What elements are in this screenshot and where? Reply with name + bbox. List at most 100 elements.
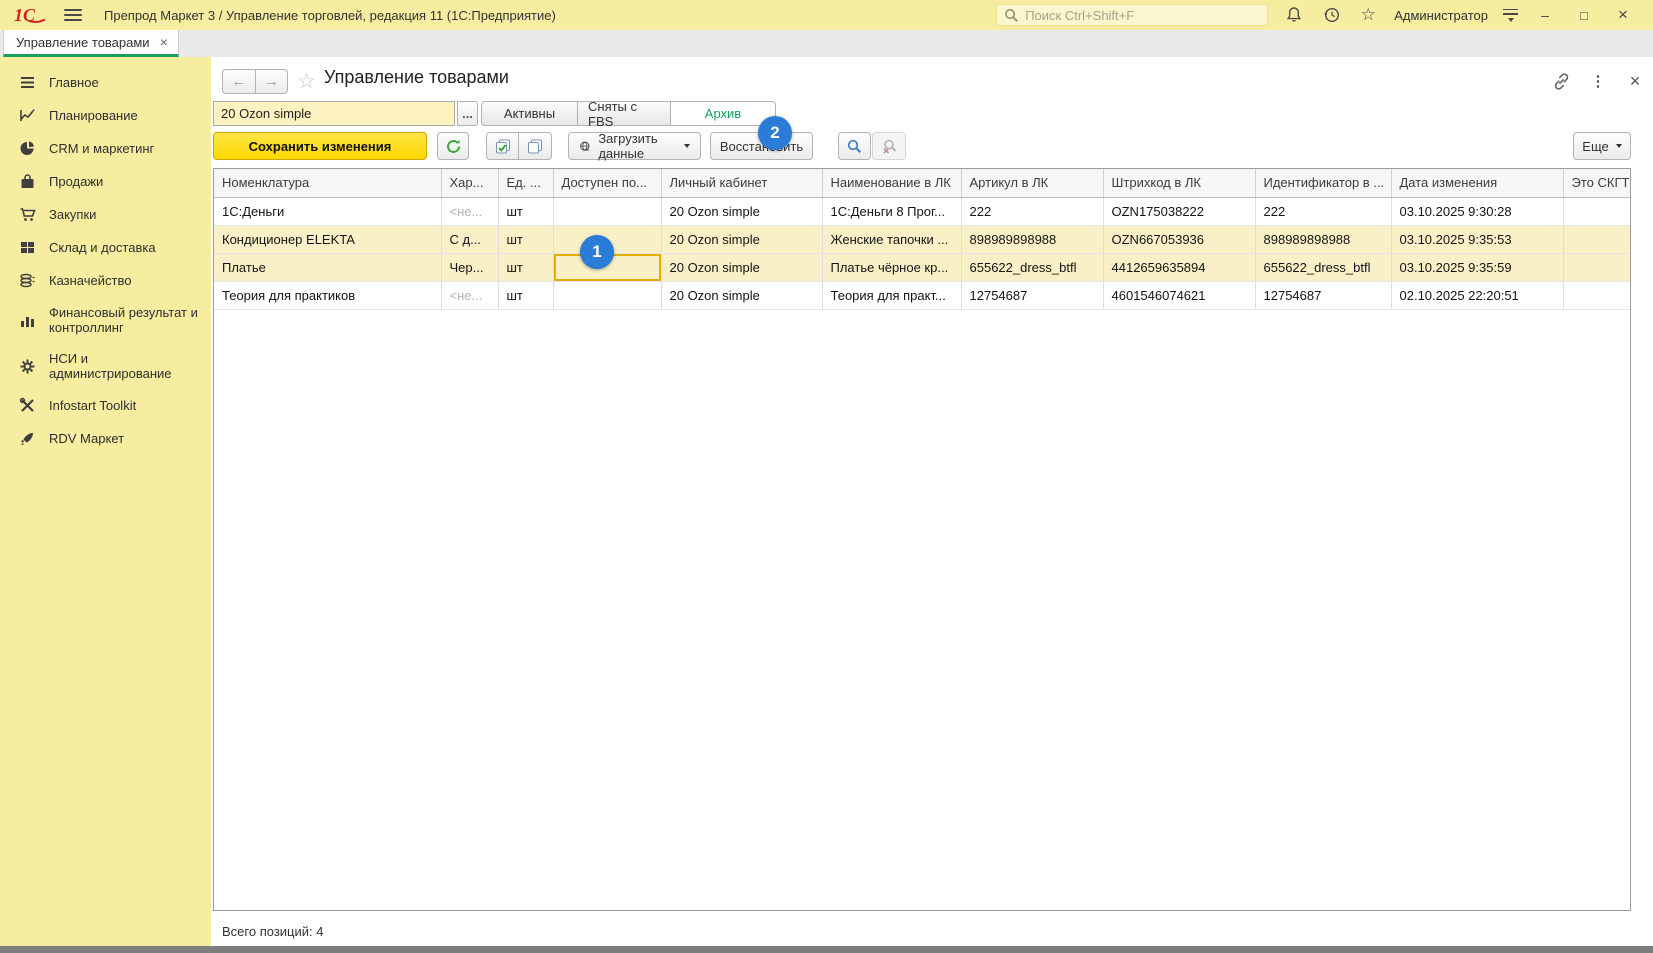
cell[interactable]: 655622_dress_btfl <box>961 253 1103 281</box>
column-header[interactable]: Идентификатор в ... <box>1255 169 1391 197</box>
save-changes-button[interactable]: Сохранить изменения <box>213 132 427 160</box>
cell[interactable] <box>1563 281 1631 309</box>
cell[interactable]: шт <box>498 253 553 281</box>
window-maximize-button[interactable]: □ <box>1572 8 1596 23</box>
cell[interactable]: 20 Ozon simple <box>661 197 822 225</box>
column-header[interactable]: Дата изменения <box>1391 169 1563 197</box>
cell[interactable]: шт <box>498 225 553 253</box>
cell[interactable] <box>553 281 661 309</box>
column-header[interactable]: Личный кабинет <box>661 169 822 197</box>
cell[interactable]: 222 <box>961 197 1103 225</box>
forward-button[interactable]: → <box>255 69 288 94</box>
cell[interactable] <box>1563 225 1631 253</box>
cabinet-filter-input[interactable] <box>213 101 455 126</box>
cell[interactable]: OZN667053936 <box>1103 225 1255 253</box>
cell[interactable]: 898989898988 <box>961 225 1103 253</box>
sidebar-item-purchasing[interactable]: Закупки <box>0 198 211 231</box>
cell[interactable] <box>1563 253 1631 281</box>
find-button[interactable] <box>838 132 871 160</box>
cell[interactable]: Кондиционер ELEKTA <box>214 225 441 253</box>
sidebar-item-treasury[interactable]: Казначейство <box>0 264 211 297</box>
filter-active-button[interactable]: Активны <box>481 101 578 126</box>
sidebar-item-finance[interactable]: Финансовый результат и контроллинг <box>0 297 211 343</box>
cell[interactable]: С д... <box>441 225 498 253</box>
cell[interactable] <box>553 197 661 225</box>
notifications-bell-icon[interactable] <box>1283 4 1305 26</box>
sidebar-item-sales[interactable]: Продажи <box>0 165 211 198</box>
column-header[interactable]: Артикул в ЛК <box>961 169 1103 197</box>
cabinet-choose-button[interactable]: ... <box>457 101 478 126</box>
cell[interactable] <box>1563 197 1631 225</box>
window-close-button[interactable]: × <box>1611 5 1635 25</box>
cell[interactable]: 1С:Деньги 8 Прог... <box>822 197 961 225</box>
cancel-search-button[interactable] <box>872 132 906 160</box>
cell[interactable]: Теория для практиков <box>214 281 441 309</box>
cell[interactable]: <не... <box>441 197 498 225</box>
table-row: Теория для практиков <не... шт 20 Ozon s… <box>214 281 1631 309</box>
cell[interactable]: 02.10.2025 22:20:51 <box>1391 281 1563 309</box>
cell[interactable]: Женские тапочки ... <box>822 225 961 253</box>
refresh-button[interactable] <box>437 132 469 160</box>
global-search[interactable] <box>996 4 1268 26</box>
cell[interactable]: Платье <box>214 253 441 281</box>
column-header[interactable]: Ед. ... <box>498 169 553 197</box>
rocket-icon <box>19 430 36 447</box>
cell[interactable]: шт <box>498 281 553 309</box>
uncheck-all-button[interactable] <box>519 132 552 160</box>
cell[interactable]: 20 Ozon simple <box>661 281 822 309</box>
table-row: 1С:Деньги <не... шт 20 Ozon simple 1С:Де… <box>214 197 1631 225</box>
cell[interactable]: шт <box>498 197 553 225</box>
cell[interactable]: 12754687 <box>1255 281 1391 309</box>
global-search-input[interactable] <box>1025 8 1260 23</box>
get-link-icon[interactable] <box>1551 71 1571 91</box>
cell[interactable]: 222 <box>1255 197 1391 225</box>
cell[interactable]: 898989898988 <box>1255 225 1391 253</box>
history-icon[interactable] <box>1320 4 1342 26</box>
sidebar-item-main[interactable]: Главное <box>0 66 211 99</box>
load-data-button[interactable]: Загрузить данные <box>568 132 701 160</box>
cell[interactable]: Платье чёрное кр... <box>822 253 961 281</box>
check-all-button[interactable] <box>486 132 519 160</box>
more-menu-kebab-icon[interactable]: ⋮ <box>1588 71 1608 91</box>
column-header[interactable]: Это СКГТ <box>1563 169 1631 197</box>
cell[interactable]: Чер... <box>441 253 498 281</box>
back-button[interactable]: ← <box>222 69 255 94</box>
cell[interactable]: 03.10.2025 9:35:59 <box>1391 253 1563 281</box>
form-close-icon[interactable]: × <box>1625 71 1645 91</box>
column-header[interactable]: Наименование в ЛК <box>822 169 961 197</box>
current-user-label[interactable]: Администратор <box>1394 8 1488 23</box>
sidebar-item-crm[interactable]: CRM и маркетинг <box>0 132 211 165</box>
form-favorite-star-icon[interactable]: ☆ <box>297 69 316 94</box>
sidebar-item-administration[interactable]: НСИ и администрирование <box>0 343 211 389</box>
tab-close-icon[interactable]: × <box>160 34 168 50</box>
column-header[interactable]: Хар... <box>441 169 498 197</box>
column-header[interactable]: Доступен по... <box>553 169 661 197</box>
cell[interactable]: 03.10.2025 9:30:28 <box>1391 197 1563 225</box>
cell[interactable]: 03.10.2025 9:35:53 <box>1391 225 1563 253</box>
cell[interactable]: 1С:Деньги <box>214 197 441 225</box>
cell[interactable]: 12754687 <box>961 281 1103 309</box>
column-header[interactable]: Номенклатура <box>214 169 441 197</box>
cell[interactable]: 4412659635894 <box>1103 253 1255 281</box>
main-menu-icon[interactable] <box>64 9 82 21</box>
window-minimize-button[interactable]: – <box>1533 7 1557 23</box>
cell[interactable]: 20 Ozon simple <box>661 225 822 253</box>
service-menu-icon[interactable] <box>1503 9 1518 22</box>
sidebar-item-planning[interactable]: Планирование <box>0 99 211 132</box>
favorites-star-icon[interactable]: ☆ <box>1357 4 1379 26</box>
column-header[interactable]: Штрихкод в ЛК <box>1103 169 1255 197</box>
sidebar-item-warehouse[interactable]: Склад и доставка <box>0 231 211 264</box>
filter-removed-fbs-button[interactable]: Сняты с FBS <box>578 101 671 126</box>
cell[interactable]: 4601546074621 <box>1103 281 1255 309</box>
cell[interactable]: <не... <box>441 281 498 309</box>
sidebar-item-rdv-market[interactable]: RDV Маркет <box>0 422 211 455</box>
more-actions-button[interactable]: Еще <box>1573 132 1631 160</box>
find-icon <box>846 138 863 155</box>
cell[interactable]: Теория для практ... <box>822 281 961 309</box>
cell[interactable]: 655622_dress_btfl <box>1255 253 1391 281</box>
cell[interactable]: 20 Ozon simple <box>661 253 822 281</box>
cell[interactable]: OZN175038222 <box>1103 197 1255 225</box>
search-icon <box>1004 8 1019 23</box>
tab-product-management[interactable]: Управление товарами × <box>3 30 179 57</box>
sidebar-item-infostart-toolkit[interactable]: Infostart Toolkit <box>0 389 211 422</box>
